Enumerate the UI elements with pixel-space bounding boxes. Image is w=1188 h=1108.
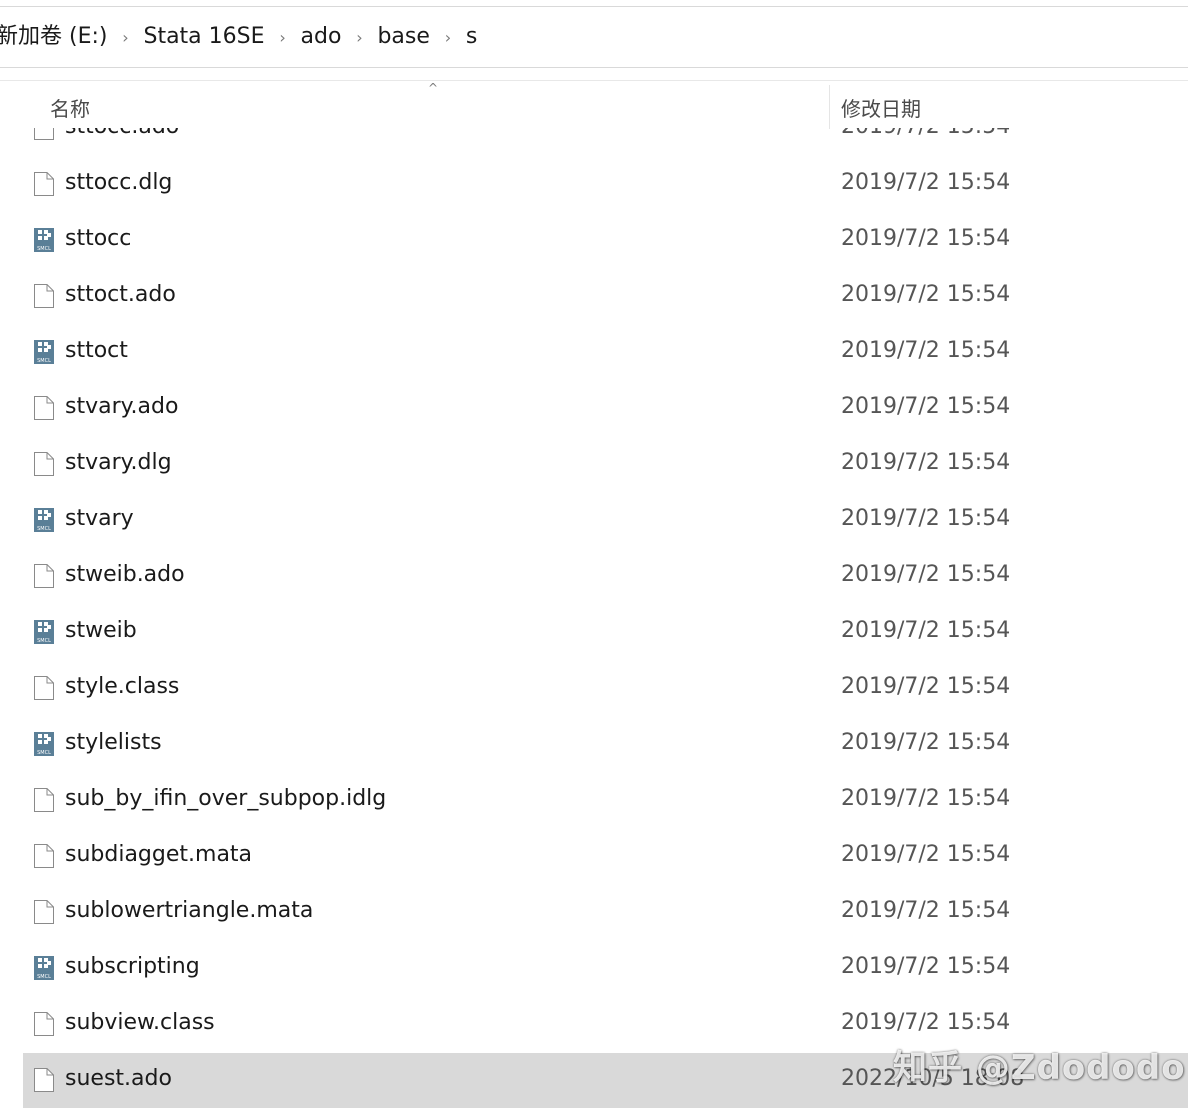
blank-file-icon <box>33 675 55 701</box>
file-name[interactable]: subview.class <box>65 1010 215 1035</box>
breadcrumb-stata[interactable]: Stata 16SE <box>143 26 264 48</box>
file-row[interactable]: SMCL stvary 2019/7/2 15:54 <box>23 493 1188 549</box>
blank-file-icon <box>33 787 55 813</box>
column-header: 名称 ^ 修改日期 <box>0 80 1188 129</box>
file-name[interactable]: sub_by_ifin_over_subpop.idlg <box>65 786 386 811</box>
blank-file-icon <box>33 451 55 477</box>
file-name[interactable]: stvary.ado <box>65 394 178 419</box>
file-date-modified: 2019/7/2 15:54 <box>841 128 1010 139</box>
smcl-file-icon: SMCL <box>33 619 55 645</box>
svg-text:SMCL: SMCL <box>37 750 51 756</box>
svg-text:SMCL: SMCL <box>37 358 51 364</box>
blank-file-icon <box>33 395 55 421</box>
smcl-file-icon: SMCL <box>33 955 55 981</box>
file-row[interactable]: stvary.dlg 2019/7/2 15:54 <box>23 437 1188 493</box>
file-row[interactable]: subdiagget.mata 2019/7/2 15:54 <box>23 829 1188 885</box>
file-date-modified: 2019/7/2 15:54 <box>841 954 1011 979</box>
file-row[interactable]: SMCL subscripting 2019/7/2 15:54 <box>23 941 1188 997</box>
file-date-modified: 2019/7/2 15:54 <box>841 786 1011 811</box>
blank-file-icon <box>33 283 55 309</box>
file-date-modified: 2019/7/2 15:54 <box>841 282 1011 307</box>
blank-file-icon <box>33 171 55 197</box>
breadcrumb-ado[interactable]: ado <box>301 26 342 48</box>
file-name[interactable]: stvary <box>65 506 134 531</box>
file-row[interactable]: sublowertriangle.mata 2019/7/2 15:54 <box>23 885 1188 941</box>
svg-text:SMCL: SMCL <box>37 246 51 252</box>
sort-ascending-icon: ^ <box>428 81 439 95</box>
svg-text:SMCL: SMCL <box>37 638 51 644</box>
smcl-file-icon: SMCL <box>33 339 55 365</box>
file-name[interactable]: sttocc <box>65 226 131 251</box>
file-explorer-window: 新加卷 (E:) › Stata 16SE › ado › base › s 名… <box>0 0 1188 1108</box>
blank-file-icon <box>33 128 55 141</box>
file-name[interactable]: sttoct <box>65 338 128 363</box>
file-date-modified: 2019/7/2 15:54 <box>841 338 1011 363</box>
column-header-date-modified[interactable]: 修改日期 <box>841 93 921 122</box>
file-date-modified: 2019/7/2 15:54 <box>841 450 1011 475</box>
blank-file-icon <box>33 843 55 869</box>
blank-file-icon <box>33 1011 55 1037</box>
breadcrumb-s[interactable]: s <box>466 26 477 48</box>
file-row[interactable]: subview.class 2019/7/2 15:54 <box>23 997 1188 1053</box>
file-date-modified: 2019/7/2 15:54 <box>841 842 1011 867</box>
file-row[interactable]: sttocc.dlg 2019/7/2 15:54 <box>23 157 1188 213</box>
blank-file-icon <box>33 563 55 589</box>
column-divider[interactable] <box>829 85 830 129</box>
file-row[interactable]: SMCL stweib 2019/7/2 15:54 <box>23 605 1188 661</box>
blank-file-icon <box>33 899 55 925</box>
chevron-right-icon[interactable]: › <box>341 28 377 47</box>
file-date-modified: 2019/7/2 15:54 <box>841 394 1011 419</box>
svg-text:SMCL: SMCL <box>37 974 51 980</box>
file-date-modified: 2019/7/2 15:54 <box>841 674 1011 699</box>
file-row[interactable]: sttocc.ado 2019/7/2 15:54 <box>23 128 1188 157</box>
chevron-right-icon[interactable]: › <box>430 28 466 47</box>
file-row[interactable]: SMCL sttoct 2019/7/2 15:54 <box>23 325 1188 381</box>
breadcrumb-drive[interactable]: 新加卷 (E:) <box>0 26 107 48</box>
file-date-modified: 2019/7/2 15:54 <box>841 226 1011 251</box>
file-row[interactable]: SMCL stylelists 2019/7/2 15:54 <box>23 717 1188 773</box>
file-list-rows: sttocc.ado 2019/7/2 15:54 sttocc.dlg 2019/7… <box>0 128 1188 1108</box>
file-date-modified: 2019/7/2 15:54 <box>841 618 1011 643</box>
file-name[interactable]: style.class <box>65 674 179 699</box>
file-date-modified: 2019/7/2 15:54 <box>841 562 1011 587</box>
chevron-right-icon[interactable]: › <box>107 28 143 47</box>
file-name[interactable]: stvary.dlg <box>65 450 172 475</box>
file-name[interactable]: stylelists <box>65 730 162 755</box>
blank-file-icon <box>33 1067 55 1093</box>
file-name[interactable]: sttoct.ado <box>65 282 176 307</box>
file-row[interactable]: suest.ado 2022/10/5 18:08 <box>23 1053 1188 1108</box>
smcl-file-icon: SMCL <box>33 227 55 253</box>
file-name[interactable]: sublowertriangle.mata <box>65 898 313 923</box>
file-date-modified: 2019/7/2 15:54 <box>841 506 1011 531</box>
address-bar[interactable]: 新加卷 (E:) › Stata 16SE › ado › base › s <box>0 6 1188 68</box>
file-name[interactable]: suest.ado <box>65 1066 172 1091</box>
file-row[interactable]: style.class 2019/7/2 15:54 <box>23 661 1188 717</box>
file-row[interactable]: sub_by_ifin_over_subpop.idlg 2019/7/2 15:… <box>23 773 1188 829</box>
file-date-modified: 2019/7/2 15:54 <box>841 898 1011 923</box>
file-name[interactable]: subscripting <box>65 954 200 979</box>
file-name[interactable]: stweib.ado <box>65 562 185 587</box>
smcl-file-icon: SMCL <box>33 731 55 757</box>
file-row[interactable]: SMCL sttocc 2019/7/2 15:54 <box>23 213 1188 269</box>
chevron-right-icon[interactable]: › <box>265 28 301 47</box>
file-row[interactable]: stvary.ado 2019/7/2 15:54 <box>23 381 1188 437</box>
breadcrumb-base[interactable]: base <box>377 26 429 48</box>
file-row[interactable]: sttoct.ado 2019/7/2 15:54 <box>23 269 1188 325</box>
file-date-modified: 2019/7/2 15:54 <box>841 1010 1011 1035</box>
file-name[interactable]: sttocc.dlg <box>65 170 172 195</box>
file-date-modified: 2019/7/2 15:54 <box>841 170 1011 195</box>
file-name[interactable]: stweib <box>65 618 137 643</box>
file-date-modified: 2022/10/5 18:08 <box>841 1066 1025 1091</box>
file-name[interactable]: subdiagget.mata <box>65 842 252 867</box>
svg-text:SMCL: SMCL <box>37 526 51 532</box>
file-row[interactable]: stweib.ado 2019/7/2 15:54 <box>23 549 1188 605</box>
smcl-file-icon: SMCL <box>33 507 55 533</box>
column-header-name[interactable]: 名称 <box>50 93 90 122</box>
file-list[interactable]: sttocc.ado 2019/7/2 15:54 sttocc.dlg 2019/7… <box>0 128 1188 1108</box>
file-date-modified: 2019/7/2 15:54 <box>841 730 1011 755</box>
file-name[interactable]: sttocc.ado <box>65 128 179 139</box>
